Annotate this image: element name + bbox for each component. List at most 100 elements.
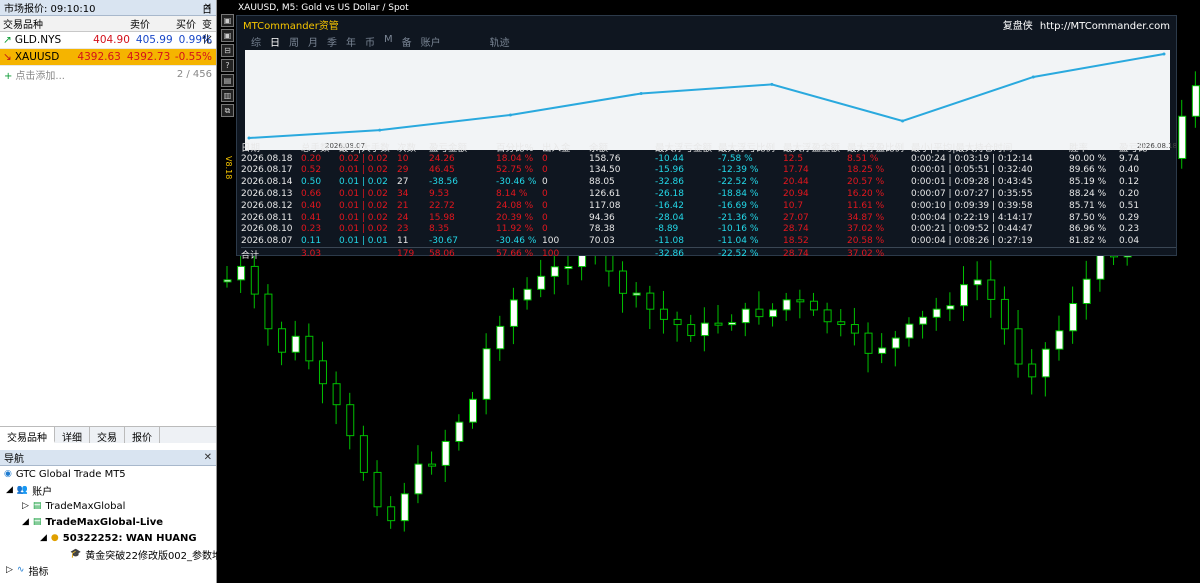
equity-point: [770, 82, 774, 86]
table-cell: 27.07: [783, 212, 809, 223]
candle-body: [1000, 298, 1009, 330]
tab-trading[interactable]: 交易: [90, 427, 125, 444]
candle-body: [987, 279, 996, 300]
mtc-menu-item[interactable]: M: [384, 34, 393, 49]
table-cell: 58.06: [429, 249, 455, 260]
expand-icon[interactable]: ◢: [6, 485, 13, 495]
header-bid[interactable]: 卖价: [105, 16, 153, 31]
collapse-icon[interactable]: ▷: [22, 501, 29, 511]
tree-server-demo[interactable]: ▷ ▤ TradeMaxGlobal: [0, 498, 216, 514]
toolbar-button-7[interactable]: ⧉: [221, 104, 234, 117]
brand-url[interactable]: http://MTCommander.com: [1040, 21, 1170, 32]
mtcommander-panel[interactable]: V8.18 MTCommander资管 复盘侠 http://MTCommand…: [224, 15, 1177, 261]
table-cell: 24.26: [429, 153, 455, 164]
symbol-name: GLD.NYS: [14, 34, 62, 46]
table-cell: -21.36 %: [718, 212, 759, 223]
table-row: 2026.08.12 0.40 0.01 | 0.02 21 22.72 24.08 % 0…: [241, 200, 1176, 212]
toolbar-button-3[interactable]: ⊟: [221, 44, 234, 57]
mtc-menu-item[interactable]: 月: [308, 34, 318, 49]
equity-graph: 2026.08.07 2026.08.18: [245, 50, 1177, 150]
candle-body: [741, 308, 750, 324]
mtc-menu-item[interactable]: 周: [289, 34, 299, 49]
candle-body: [905, 323, 914, 339]
table-cell: 0: [542, 224, 548, 235]
header-ask[interactable]: 买价: [153, 16, 199, 31]
table-cell: 0.23: [1119, 224, 1140, 235]
equity-point: [1031, 75, 1035, 79]
toolbar-button-2[interactable]: ▣: [221, 29, 234, 42]
header-symbol[interactable]: 交易品种: [0, 16, 105, 31]
table-row: 2026.08.07 0.11 0.01 | 0.01 11 -30.67 -30.46 …: [241, 235, 1176, 247]
table-cell: 12.5: [783, 153, 804, 164]
close-icon[interactable]: ✕: [204, 452, 212, 463]
candle-body: [509, 299, 518, 327]
tree-indicators[interactable]: ▷ ∿ 指标: [0, 562, 216, 578]
expand-icon[interactable]: ◢: [40, 533, 47, 543]
toolbar-button-6[interactable]: ▥: [221, 89, 234, 102]
candle-body: [1055, 330, 1064, 350]
table-cell: 0.50: [301, 177, 322, 188]
table-cell: 29: [397, 165, 409, 176]
candle-body: [919, 316, 928, 325]
table-cell: -10.16 %: [718, 224, 759, 235]
candle-body: [891, 337, 900, 349]
mtc-menu-item[interactable]: 季: [327, 34, 337, 49]
table-header: 日期 总手数 最小|大手数 次数 盈亏金额 百分比% 出入金 余额 最大浮亏金额 最大浮亏比例 最大…: [241, 141, 1176, 154]
candle-body: [1082, 278, 1091, 305]
mtc-menu-item[interactable]: 轨迹: [490, 34, 510, 49]
tab-ticks[interactable]: 报价: [125, 427, 160, 444]
tree-server-live[interactable]: ◢ ▤ TradeMaxGlobal-Live: [0, 514, 216, 530]
tree-expert[interactable]: 🎓 黄金突破22修改版002_参数堆: [0, 546, 222, 562]
tab-details[interactable]: 详细: [55, 427, 90, 444]
add-symbol-row[interactable]: + 点击添加... 2 / 456: [0, 66, 216, 83]
table-cell: 0: [542, 200, 548, 211]
table-cell: 合计: [241, 250, 260, 261]
symbol-row-gld[interactable]: ↗ GLD.NYS 404.90 405.99 0.99%: [0, 32, 216, 49]
table-cell: 0.29: [1119, 212, 1140, 223]
table-cell: 10.7: [783, 200, 804, 211]
collapse-icon[interactable]: ▷: [6, 565, 13, 575]
mtc-menu-item[interactable]: 综: [251, 34, 261, 49]
table-cell: 最大浮亏金额: [655, 142, 713, 154]
candle-body: [973, 279, 982, 286]
table-cell: 81.82 %: [1069, 236, 1107, 247]
table-cell: 88.05: [589, 177, 615, 188]
table-cell: 0.20: [1119, 189, 1140, 200]
mtc-menu-item[interactable]: 日: [270, 34, 280, 49]
tree-platform[interactable]: ◉ GTC Global Trade MT5: [0, 466, 216, 482]
toolbar-button-5[interactable]: ▤: [221, 74, 234, 87]
table-cell: 0.01 | 0.02: [339, 224, 388, 235]
table-cell: 最大浮亏比例: [718, 142, 776, 154]
table-cell: 0.02 | 0.02: [339, 153, 388, 164]
candle-body: [878, 347, 887, 354]
table-cell: 11: [397, 236, 409, 247]
mtc-menu-item[interactable]: 币: [365, 34, 375, 49]
mtc-menu-item[interactable]: 年: [346, 34, 356, 49]
version-label: V8.18: [224, 156, 233, 180]
toolbar-button-4[interactable]: ?: [221, 59, 234, 72]
expand-icon[interactable]: ◢: [22, 517, 29, 527]
table-cell: -16.69 %: [718, 200, 759, 211]
table-cell: 0.11: [301, 236, 322, 247]
table-cell: 0:00:21 | 0:09:52 | 0:44:47: [911, 224, 1033, 235]
table-row: 2026.08.17 0.52 0.01 | 0.02 29 46.45 52.75 % 0…: [241, 165, 1176, 177]
table-cell: 8.51 %: [847, 153, 879, 164]
candle-body: [291, 335, 300, 353]
mtc-menu-item[interactable]: 备: [402, 34, 412, 49]
table-cell: -30.46 %: [496, 236, 537, 247]
candle-body: [1041, 348, 1050, 378]
equity-curve-svg: [247, 52, 1166, 140]
table-cell: 0.23: [301, 224, 322, 235]
symbol-row-xauusd[interactable]: ↘ XAUUSD 4392.63 4392.73 -0.55%: [0, 49, 216, 66]
table-cell: 24: [397, 212, 409, 223]
tree-accounts[interactable]: ◢ 👥 账户: [0, 482, 216, 498]
mtc-menu-item[interactable]: 账户: [421, 34, 441, 49]
tree-account[interactable]: ◢ ● 50322252: WAN HUANG: [0, 530, 216, 546]
toolbar-button-1[interactable]: ▣: [221, 14, 234, 27]
candle-body: [387, 506, 396, 522]
tab-symbols[interactable]: 交易品种: [0, 427, 55, 444]
candle-body: [482, 348, 491, 400]
symbol-ask: 4392.73: [126, 51, 171, 63]
table-cell: 179: [397, 249, 415, 260]
mtc-header: MTCommander资管 复盘侠 http://MTCommander.com: [237, 16, 1176, 32]
